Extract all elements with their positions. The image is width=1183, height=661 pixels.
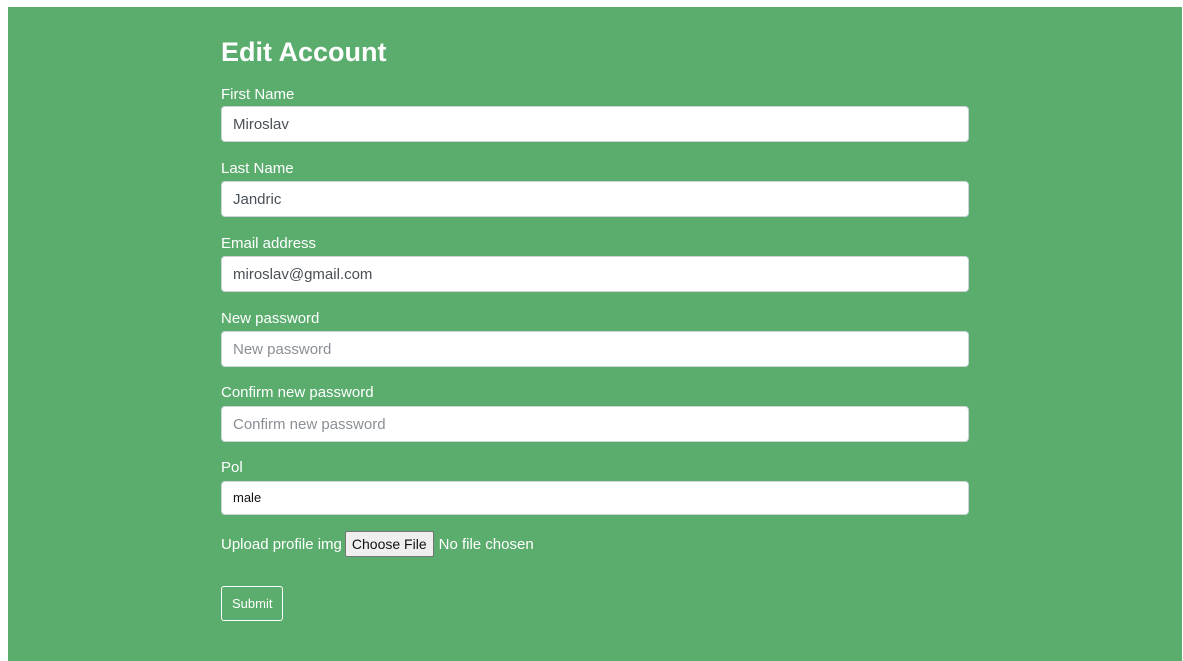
upload-label: Upload profile img bbox=[221, 535, 342, 553]
gender-selected-value: male bbox=[233, 490, 262, 505]
email-label: Email address bbox=[221, 235, 317, 252]
confirm-password-label: Confirm new password bbox=[221, 384, 374, 401]
last-name-label: Last Name bbox=[221, 160, 294, 177]
gender-label: Pol bbox=[221, 459, 243, 476]
upload-row: Upload profile img Choose File No file c… bbox=[221, 530, 534, 558]
gender-select[interactable]: male bbox=[221, 481, 969, 515]
submit-button[interactable]: Submit bbox=[221, 586, 284, 621]
confirm-password-input[interactable] bbox=[221, 406, 969, 442]
file-status-text: No file chosen bbox=[438, 535, 534, 553]
choose-file-button[interactable]: Choose File bbox=[344, 531, 434, 557]
page-title: Edit Account bbox=[221, 37, 387, 67]
email-input[interactable] bbox=[221, 256, 969, 292]
new-password-input[interactable] bbox=[221, 331, 969, 367]
new-password-label: New password bbox=[221, 310, 320, 327]
first-name-label: First Name bbox=[221, 86, 295, 103]
edit-account-panel: Edit Account First Name Last Name Email … bbox=[8, 7, 1182, 661]
last-name-input[interactable] bbox=[221, 181, 969, 217]
first-name-input[interactable] bbox=[221, 106, 969, 142]
